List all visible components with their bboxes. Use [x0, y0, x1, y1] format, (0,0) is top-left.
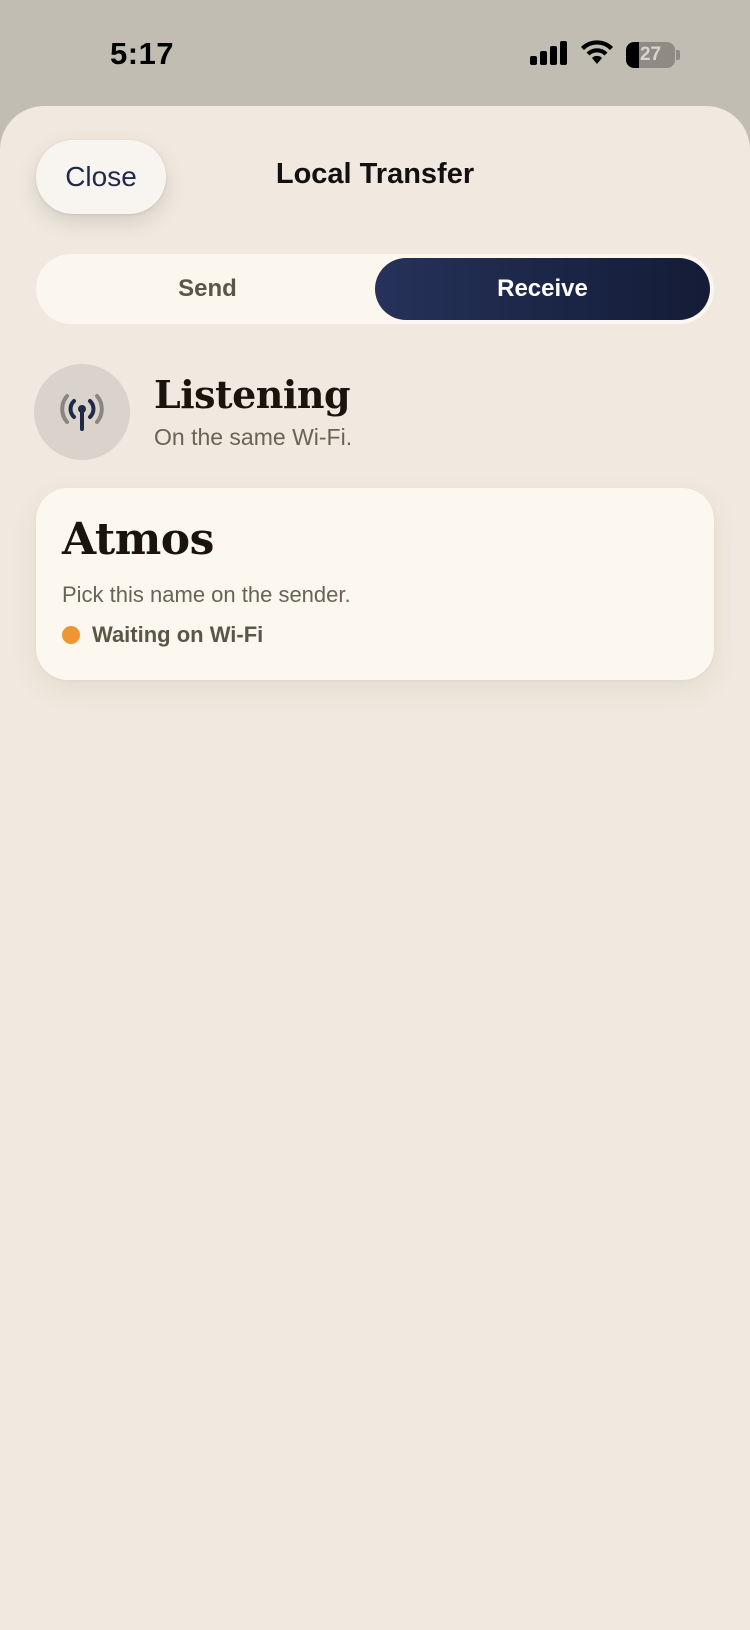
status-bar: 5:17 27	[0, 0, 750, 106]
status-dot	[62, 626, 80, 644]
device-card: Atmos Pick this name on the sender. Wait…	[36, 488, 714, 680]
signal-icon	[530, 40, 568, 70]
device-status: Waiting on Wi-Fi	[62, 622, 263, 648]
device-hint: Pick this name on the sender.	[62, 582, 351, 607]
segment-receive[interactable]: Receive	[375, 258, 710, 320]
listening-title: Listening	[154, 372, 351, 417]
device-name: Atmos	[62, 514, 214, 565]
local-transfer-sheet: Close Local Transfer Send Receive Listen…	[0, 106, 750, 1630]
status-text: Waiting on Wi-Fi	[92, 622, 264, 647]
status-time: 5:17	[110, 36, 175, 71]
sheet-title: Local Transfer	[275, 158, 475, 190]
wifi-icon	[580, 39, 614, 71]
segment-send[interactable]: Send	[40, 258, 375, 320]
send-receive-segmented-control: Send Receive	[36, 254, 714, 324]
battery-icon: 27	[626, 42, 680, 68]
listening-status-row: Listening On the same Wi-Fi.	[34, 364, 714, 460]
listening-subtitle: On the same Wi-Fi.	[154, 424, 353, 450]
antenna-icon	[34, 364, 130, 460]
status-icons: 27	[530, 39, 680, 71]
battery-level: 27	[639, 44, 662, 65]
